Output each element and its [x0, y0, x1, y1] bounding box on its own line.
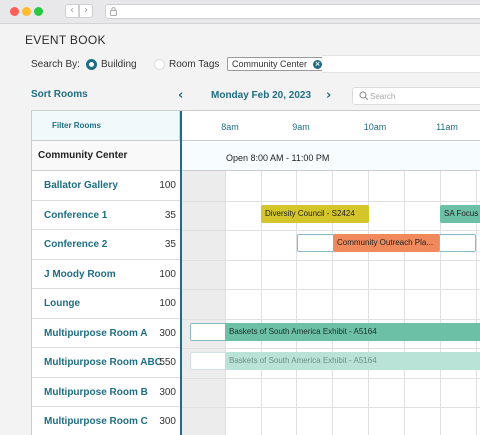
time-header: 8am 9am 10am 11am	[182, 111, 480, 141]
next-day-chevron-icon[interactable]: ›	[326, 88, 331, 103]
room-capacity: 300	[159, 386, 176, 398]
setup-buffer-block[interactable]	[190, 352, 228, 370]
search-by-label: Search By:	[31, 59, 80, 70]
room-capacity: 100	[159, 298, 176, 309]
building-radio[interactable]	[86, 59, 97, 70]
search-placeholder: Search	[370, 92, 396, 101]
room-row[interactable]: Multipurpose Room C 300	[32, 407, 180, 435]
search-input[interactable]: Search	[352, 87, 480, 105]
room-name[interactable]: Ballator Gallery	[44, 180, 118, 191]
room-row[interactable]: Multipurpose Room ABC 550	[32, 348, 180, 378]
room-name[interactable]: Conference 2	[44, 239, 107, 250]
building-name: Community Center	[38, 150, 128, 161]
event-block-diversity-council[interactable]: Diversity Council - S2424	[261, 205, 369, 223]
lock-icon	[110, 7, 117, 16]
building-filter-chip: Community Center ×	[227, 57, 327, 71]
building-radio-label[interactable]: Building	[101, 59, 137, 70]
event-block-sa-focus[interactable]: SA Focus G	[440, 205, 480, 223]
room-name[interactable]: Conference 1	[44, 210, 107, 221]
room-row[interactable]: J Moody Room 100	[32, 260, 180, 289]
close-window-button[interactable]	[10, 7, 19, 16]
room-row[interactable]: Conference 2 35	[32, 230, 180, 260]
minimize-window-button[interactable]	[22, 7, 31, 16]
room-capacity: 100	[159, 180, 176, 191]
room-name[interactable]: Multipurpose Room B	[44, 387, 148, 398]
time-slot-cells[interactable]: Diversity Council - S2424 SA Focus G Com…	[182, 171, 480, 435]
time-label: 11am	[436, 122, 458, 132]
setup-buffer-block[interactable]	[297, 234, 334, 252]
chip-remove-icon[interactable]: ×	[313, 60, 323, 69]
teardown-buffer-block[interactable]	[439, 234, 476, 252]
page-title: EVENT BOOK	[25, 33, 106, 47]
previous-day-chevron-icon[interactable]: ‹	[178, 88, 183, 103]
schedule-grid: Filter Rooms Community Center Ballator G…	[31, 110, 480, 435]
open-hours-row: Open 8:00 AM - 11:00 PM	[182, 141, 480, 171]
room-row[interactable]: Multipurpose Room A 300	[32, 319, 180, 348]
event-block-community-outreach[interactable]: Community Outreach Pla...	[333, 234, 440, 252]
maximize-window-button[interactable]	[34, 7, 43, 16]
closed-time-area	[182, 171, 225, 435]
event-block-baskets-exhibit-linked[interactable]: Baskets of South America Exhibit - A5164	[225, 352, 480, 370]
event-block-baskets-exhibit[interactable]: Baskets of South America Exhibit - A5164	[225, 323, 480, 341]
chip-label: Community Center	[232, 59, 308, 69]
page: EVENT BOOK Search By: Building Room Tags…	[0, 24, 480, 435]
sort-rooms-link[interactable]: Sort Rooms	[31, 89, 88, 100]
search-icon	[359, 91, 369, 101]
room-capacity: 35	[164, 239, 176, 250]
room-list: Filter Rooms Community Center Ballator G…	[32, 111, 180, 435]
room-row[interactable]: Conference 1 35	[32, 201, 180, 230]
room-name[interactable]: Multipurpose Room C	[44, 416, 148, 427]
open-hours-text: Open 8:00 AM - 11:00 PM	[226, 153, 330, 163]
filter-rooms-label: Filter Rooms	[52, 121, 101, 130]
room-row[interactable]: Multipurpose Room B 300	[32, 378, 180, 407]
filter-rooms-button[interactable]: Filter Rooms	[32, 111, 180, 141]
browser-forward-button[interactable]: ›	[79, 4, 93, 18]
window-chrome: ‹ ›	[0, 0, 480, 24]
browser-back-button[interactable]: ‹	[65, 4, 79, 18]
room-tags-radio-label[interactable]: Room Tags	[169, 59, 219, 70]
time-label: 9am	[292, 122, 310, 132]
current-date: Monday Feb 20, 2023	[211, 90, 312, 101]
time-label: 8am	[221, 122, 239, 132]
room-capacity: 100	[159, 268, 176, 280]
setup-buffer-block[interactable]	[190, 323, 228, 341]
room-capacity: 300	[159, 327, 176, 339]
building-select-input[interactable]	[322, 55, 480, 73]
room-name[interactable]: J Moody Room	[44, 269, 116, 280]
room-name[interactable]: Multipurpose Room ABC	[44, 357, 162, 368]
room-tags-radio[interactable]	[154, 59, 165, 70]
room-row[interactable]: Lounge 100	[32, 289, 180, 319]
time-label: 10am	[363, 122, 387, 132]
building-header: Community Center	[32, 141, 180, 171]
address-bar[interactable]	[105, 4, 480, 19]
room-row[interactable]: Ballator Gallery 100	[32, 171, 180, 201]
room-capacity: 35	[164, 209, 176, 221]
room-capacity: 550	[159, 357, 176, 368]
room-capacity: 300	[159, 416, 176, 427]
room-name[interactable]: Multipurpose Room A	[44, 328, 148, 339]
room-name[interactable]: Lounge	[44, 298, 80, 309]
